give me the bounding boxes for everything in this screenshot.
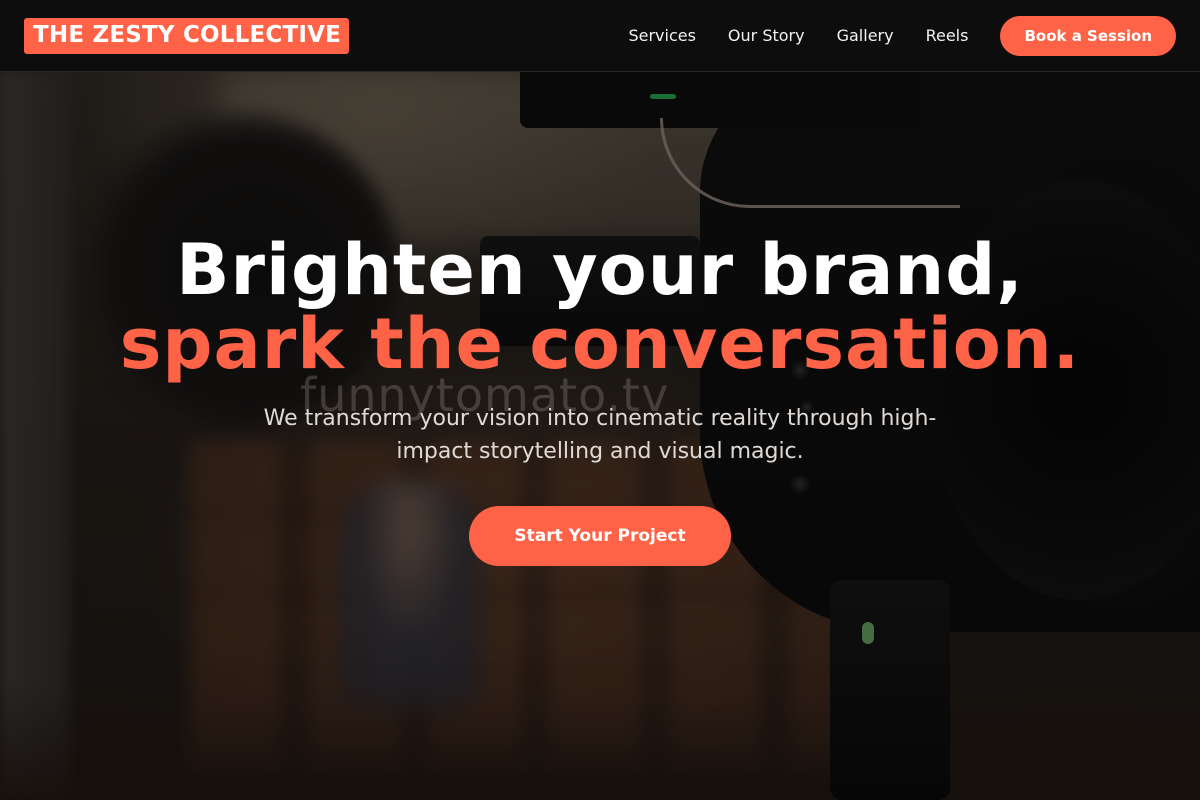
main-nav: Services Our Story Gallery Reels Book a … (628, 15, 1176, 56)
nav-link-reels[interactable]: Reels (926, 26, 969, 45)
nav-link-services[interactable]: Services (628, 26, 695, 45)
hero-subtitle: We transform your vision into cinematic … (263, 406, 937, 464)
nav-link-our-story[interactable]: Our Story (728, 26, 805, 45)
book-session-button[interactable]: Book a Session (1000, 15, 1176, 56)
nav-link-gallery[interactable]: Gallery (837, 26, 894, 45)
brand-logo[interactable]: THE ZESTY COLLECTIVE (24, 17, 350, 54)
start-project-button[interactable]: Start Your Project (469, 506, 731, 566)
site-header: THE ZESTY COLLECTIVE Services Our Story … (0, 0, 1200, 72)
landing-page: funnytomato.tv THE ZESTY COLLECTIVE Serv… (0, 0, 1200, 800)
hero-headline-line1: Brighten your brand, (176, 229, 1024, 311)
hero-section: Brighten your brand, spark the conversat… (0, 72, 1200, 800)
hero-headline-line2: spark the conversation. (119, 303, 1081, 385)
